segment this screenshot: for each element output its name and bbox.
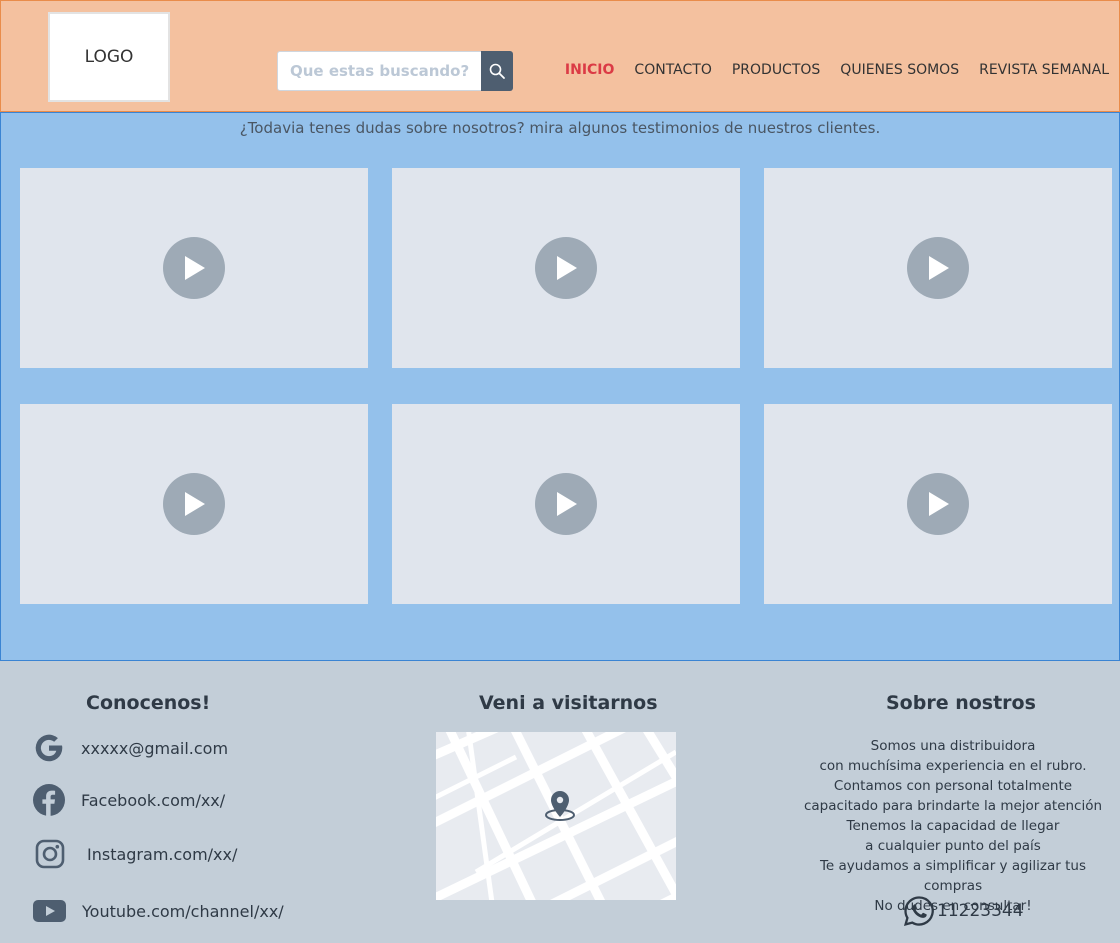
visit-title: Veni a visitarnos — [479, 692, 658, 714]
search-input[interactable] — [277, 51, 481, 91]
logo[interactable]: LOGO — [48, 12, 170, 102]
whatsapp-icon — [903, 896, 934, 927]
location-map[interactable] — [436, 732, 676, 900]
social-google[interactable]: xxxxx@gmail.com — [33, 732, 228, 764]
search-bar — [277, 51, 513, 91]
social-facebook-text: Facebook.com/xx/ — [81, 790, 226, 810]
testimonials-section: ¿Todavia tenes dudas sobre nosotros? mir… — [0, 112, 1120, 661]
social-youtube[interactable]: Youtube.com/channel/xx/ — [33, 900, 284, 922]
play-icon[interactable] — [163, 473, 225, 535]
about-line: Tenemos la capacidad de llegar — [846, 818, 1060, 834]
about-line: con muchísima experiencia en el rubro. — [819, 758, 1087, 774]
instagram-icon — [35, 839, 65, 869]
video-player[interactable] — [764, 404, 1112, 604]
nav-item-revista-semanal[interactable]: REVISTA SEMANAL — [979, 60, 1109, 80]
testimonials-intro: ¿Todavia tenes dudas sobre nosotros? mir… — [239, 119, 881, 137]
social-google-text: xxxxx@gmail.com — [81, 738, 229, 758]
about-line: Contamos con personal totalmente — [833, 778, 1073, 794]
video-player[interactable] — [392, 168, 740, 368]
social-facebook[interactable]: Facebook.com/xx/ — [33, 784, 225, 816]
about-line: capacitado para brindarte la mejor atenc… — [803, 798, 1103, 814]
video-player[interactable] — [392, 404, 740, 604]
phone-number: 11223344 — [937, 901, 1024, 921]
social-instagram[interactable]: Instagram.com/xx/ — [35, 839, 237, 869]
play-icon[interactable] — [907, 473, 969, 535]
video-player[interactable] — [20, 404, 368, 604]
play-icon[interactable] — [163, 237, 225, 299]
about-line: a cualquier punto del país — [865, 838, 1041, 854]
social-instagram-text: Instagram.com/xx/ — [87, 844, 238, 864]
about-text: Somos una distribuidora con muchísima ex… — [790, 736, 1116, 916]
play-icon[interactable] — [907, 237, 969, 299]
about-line: Somos una distribuidora — [870, 738, 1036, 754]
video-player[interactable] — [764, 168, 1112, 368]
facebook-icon — [33, 784, 65, 816]
play-icon[interactable] — [535, 473, 597, 535]
site-header: LOGO INICIO CONTACTO PRODUCTOS QUIENES S… — [0, 0, 1120, 112]
video-player[interactable] — [20, 168, 368, 368]
google-icon — [35, 734, 63, 762]
nav-item-quienes-somos[interactable]: QUIENES SOMOS — [840, 60, 959, 80]
play-icon[interactable] — [535, 237, 597, 299]
nav-item-productos[interactable]: PRODUCTOS — [732, 60, 820, 80]
main-nav: INICIO CONTACTO PRODUCTOS QUIENES SOMOS … — [545, 60, 1109, 80]
about-line: Te ayudamos a simplificar y agilizar tus… — [819, 858, 1086, 894]
whatsapp-contact[interactable]: 11223344 — [903, 895, 1024, 927]
search-button[interactable] — [481, 51, 513, 91]
site-footer: Conocenos! xxxxx@gmail.com Facebook.com/… — [0, 661, 1120, 943]
map-pin-icon — [545, 791, 575, 821]
social-youtube-text: Youtube.com/channel/xx/ — [82, 901, 284, 921]
social-title: Conocenos! — [86, 692, 211, 714]
search-icon — [489, 63, 505, 79]
nav-item-inicio[interactable]: INICIO — [565, 60, 615, 80]
youtube-icon — [33, 900, 66, 922]
logo-text: LOGO — [84, 47, 134, 67]
nav-item-contacto[interactable]: CONTACTO — [634, 60, 711, 80]
about-title: Sobre nostros — [886, 692, 1036, 714]
